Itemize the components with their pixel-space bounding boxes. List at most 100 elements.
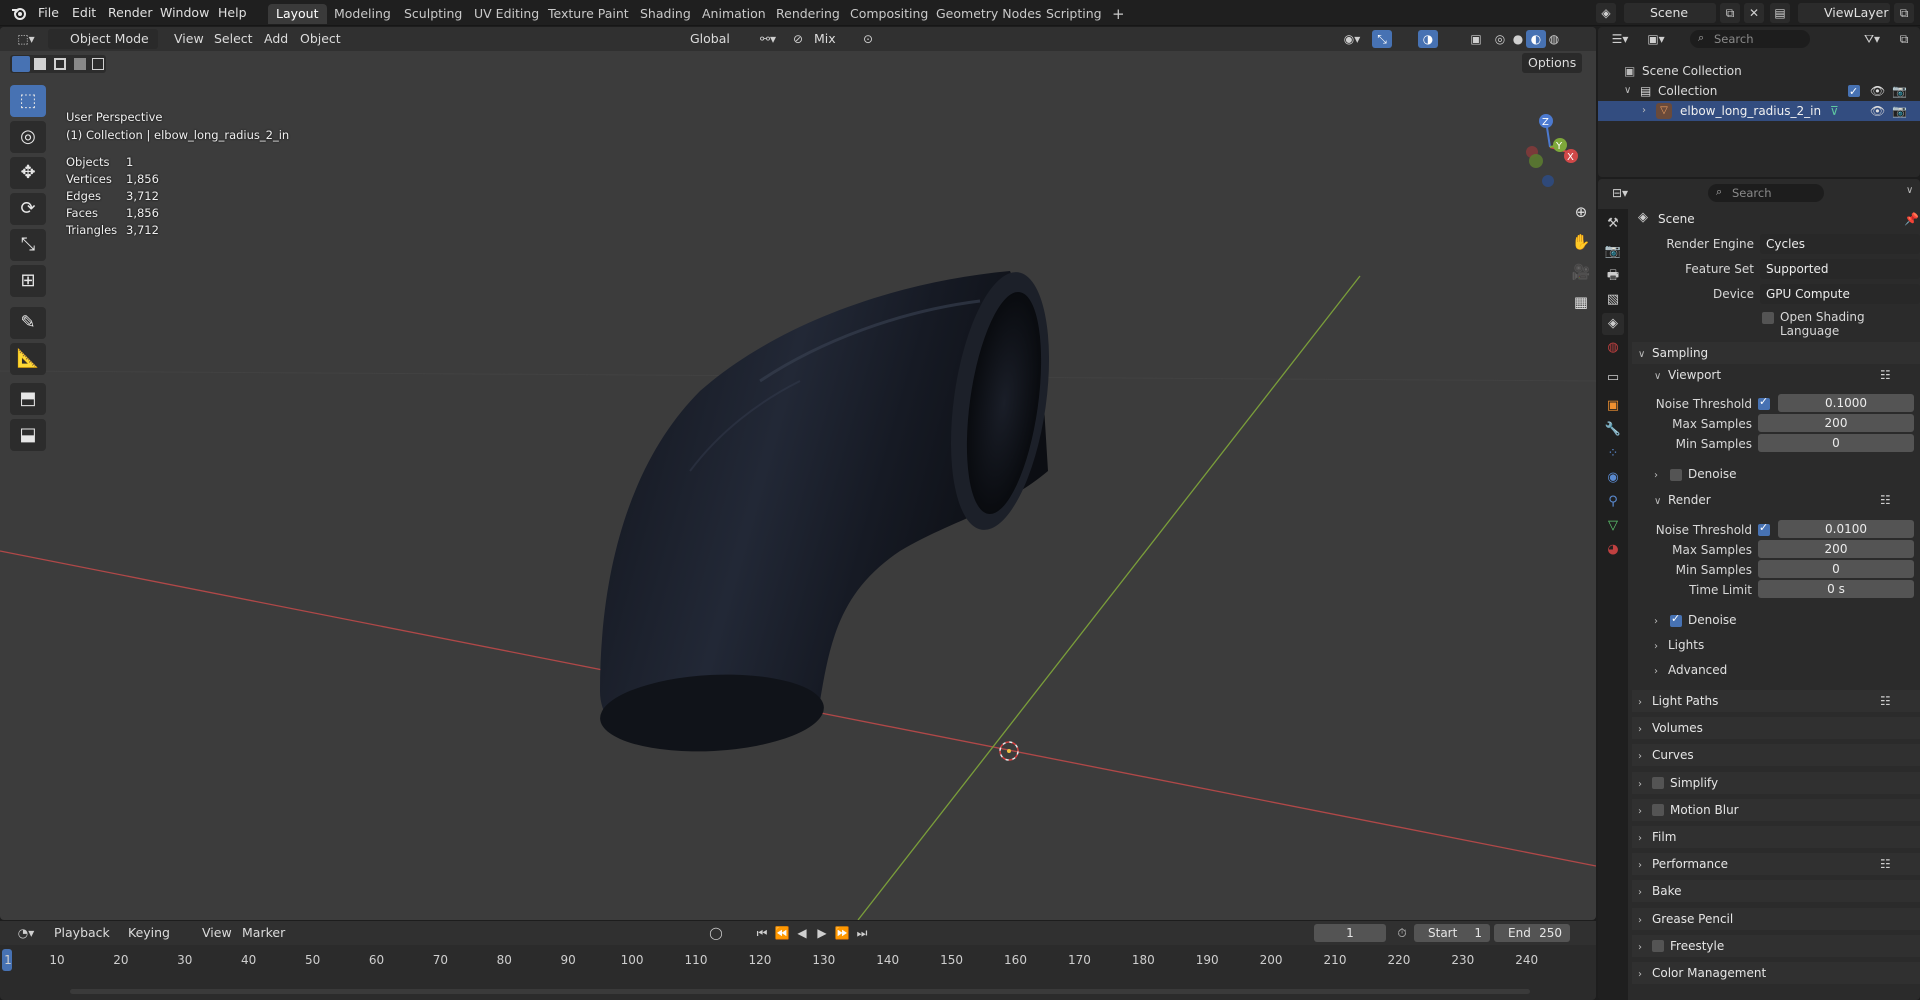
viewport-subpanel-header[interactable]: ∨ Viewport bbox=[1654, 368, 1721, 382]
new-collection-icon[interactable]: ⧉ bbox=[1894, 30, 1914, 48]
camera-view-icon[interactable]: 🎥 bbox=[1568, 259, 1594, 285]
constraints-tab-icon[interactable]: ⚲ bbox=[1602, 491, 1624, 513]
jump-end-icon[interactable]: ⏭ bbox=[852, 924, 872, 942]
select-subtract-icon[interactable] bbox=[54, 58, 66, 70]
tab-rendering[interactable]: Rendering bbox=[768, 4, 848, 24]
physics-tab-icon[interactable]: ◉ bbox=[1602, 467, 1624, 489]
timeline-tick[interactable]: 60 bbox=[369, 953, 384, 967]
panel-presets-icon[interactable]: ☷ bbox=[1880, 690, 1891, 712]
timeline-tick[interactable]: 230 bbox=[1451, 953, 1474, 967]
timeline-tick[interactable]: 20 bbox=[113, 953, 128, 967]
scale-tool-icon[interactable]: ⤡ bbox=[10, 229, 46, 261]
viewlayer-new-icon[interactable]: ⧉ bbox=[1894, 3, 1914, 23]
vp-min-samples-field[interactable]: 0 bbox=[1758, 434, 1914, 452]
add-object-tool-icon[interactable]: ⬓ bbox=[10, 419, 46, 451]
object-render-camera-icon[interactable]: 📷 bbox=[1892, 101, 1907, 121]
panel-motion-blur[interactable]: › Motion Blur bbox=[1632, 798, 1920, 821]
play-reverse-icon[interactable]: ◀ bbox=[792, 924, 812, 942]
r-noise-threshold-checkbox[interactable] bbox=[1758, 521, 1770, 536]
panel-film[interactable]: › Film bbox=[1632, 826, 1920, 848]
scene-delete-icon[interactable]: ✕ bbox=[1744, 3, 1764, 23]
pin-icon[interactable]: 📌 bbox=[1904, 212, 1919, 226]
shading-solid-icon[interactable]: ● bbox=[1508, 30, 1528, 48]
timeline-tick[interactable]: 50 bbox=[305, 953, 320, 967]
select-box-tool-icon[interactable]: ⬚ bbox=[10, 85, 46, 117]
tab-compositing[interactable]: Compositing bbox=[842, 4, 936, 24]
menu-select[interactable]: Select bbox=[208, 29, 259, 49]
panel-presets-icon[interactable]: ☷ bbox=[1880, 853, 1891, 875]
start-frame-field[interactable]: Start 1 bbox=[1414, 924, 1490, 942]
panel-simplify[interactable]: › Simplify bbox=[1632, 771, 1920, 794]
render-engine-dropdown[interactable]: Cycles bbox=[1760, 234, 1920, 254]
menu-edit[interactable]: Edit bbox=[66, 4, 102, 22]
menu-help[interactable]: Help bbox=[212, 4, 253, 22]
select-intersect-icon[interactable] bbox=[92, 58, 104, 70]
timeline-tick[interactable]: 240 bbox=[1515, 953, 1538, 967]
move-tool-icon[interactable]: ✥ bbox=[10, 157, 46, 189]
vp-noise-threshold-field[interactable]: 0.1000 bbox=[1778, 394, 1914, 412]
r-noise-threshold-field[interactable]: 0.0100 bbox=[1778, 520, 1914, 538]
material-tab-icon[interactable]: ◕ bbox=[1602, 539, 1624, 561]
rotate-tool-icon[interactable]: ⟳ bbox=[10, 193, 46, 225]
panel-light-paths[interactable]: › Light Paths ☷ bbox=[1632, 690, 1920, 712]
tab-sculpting[interactable]: Sculpting bbox=[396, 4, 470, 24]
annotate-tool-icon[interactable]: ✎ bbox=[10, 307, 46, 339]
menu-marker[interactable]: Marker bbox=[236, 923, 291, 943]
overlays-toggle-icon[interactable]: ◑ bbox=[1418, 30, 1438, 48]
properties-search-input[interactable]: ⌕ Search bbox=[1708, 184, 1824, 202]
timeline[interactable]: ◔▾ Playback Keying View Marker ◯ ⏮ ⏪ ◀ ▶… bbox=[0, 921, 1596, 1000]
device-dropdown[interactable]: GPU Compute bbox=[1760, 284, 1920, 304]
r-denoise-checkbox[interactable] bbox=[1670, 612, 1682, 627]
timeline-tick[interactable]: 140 bbox=[876, 953, 899, 967]
view-layer-tab-icon[interactable]: ▧ bbox=[1602, 289, 1624, 311]
tool-tab-icon[interactable]: ⚒ bbox=[1602, 213, 1624, 235]
viewport-presets-icon[interactable]: ☷ bbox=[1880, 368, 1891, 382]
time-limit-field[interactable]: 0 s bbox=[1758, 580, 1914, 598]
cursor-tool-icon[interactable]: ◎ bbox=[10, 121, 46, 153]
sampling-panel-header[interactable]: ∨ Sampling bbox=[1632, 342, 1920, 364]
timeline-tick[interactable]: 100 bbox=[621, 953, 644, 967]
jump-prev-keyframe-icon[interactable]: ⏪ bbox=[772, 924, 792, 942]
timeline-tick[interactable]: 180 bbox=[1132, 953, 1155, 967]
tab-animation[interactable]: Animation bbox=[694, 4, 774, 24]
mode-selector[interactable]: Object Mode bbox=[48, 29, 158, 49]
timeline-tick[interactable]: 70 bbox=[433, 953, 448, 967]
add-cube-tool-icon[interactable]: ⬒ bbox=[10, 383, 46, 415]
timeline-tick[interactable]: 170 bbox=[1068, 953, 1091, 967]
timeline-tick[interactable]: 10 bbox=[49, 953, 64, 967]
panel-enable-checkbox[interactable] bbox=[1652, 777, 1664, 790]
viewlayer-type-icon[interactable]: ▤ bbox=[1770, 3, 1790, 23]
tab-scripting[interactable]: Scripting bbox=[1038, 4, 1110, 24]
zoom-icon[interactable]: ⊕ bbox=[1568, 199, 1594, 225]
viewport-canvas[interactable]: Z X Y User Perspective (1) Collection | … bbox=[0, 51, 1596, 920]
object-tab-icon[interactable]: ▣ bbox=[1602, 395, 1624, 417]
timeline-tick[interactable]: 150 bbox=[940, 953, 963, 967]
pan-hand-icon[interactable]: ✋ bbox=[1568, 229, 1594, 255]
auto-keying-icon[interactable]: ◯ bbox=[706, 924, 726, 942]
data-tab-icon[interactable]: ▽ bbox=[1602, 515, 1624, 537]
panel-curves[interactable]: › Curves bbox=[1632, 744, 1920, 767]
render-presets-icon[interactable]: ☷ bbox=[1880, 493, 1891, 507]
scene-new-icon[interactable]: ⧉ bbox=[1720, 3, 1740, 23]
navigation-gizmo[interactable]: Z X Y bbox=[1526, 114, 1578, 187]
vp-denoise-subpanel[interactable]: › bbox=[1654, 467, 1668, 481]
proportional-edit-icon[interactable]: ⊙ bbox=[858, 30, 878, 48]
collection-tab-icon[interactable]: ▭ bbox=[1602, 367, 1624, 389]
tab-shading[interactable]: Shading bbox=[632, 4, 699, 24]
shading-wireframe-icon[interactable]: ◎ bbox=[1490, 30, 1510, 48]
blender-logo-icon[interactable] bbox=[10, 4, 28, 22]
xray-toggle-icon[interactable]: ▣ bbox=[1466, 30, 1486, 48]
menu-object[interactable]: Object bbox=[294, 29, 347, 49]
snap-toggle-icon[interactable]: ⊘ bbox=[788, 30, 808, 48]
scene-tab-icon[interactable]: ◈ bbox=[1602, 313, 1624, 335]
elbow-pipe-mesh[interactable] bbox=[598, 266, 1063, 757]
render-subpanel-header[interactable]: ∨ Render bbox=[1654, 493, 1711, 507]
timeline-tick[interactable]: 130 bbox=[812, 953, 835, 967]
outliner-row-scene-collection[interactable]: ▣ Scene Collection bbox=[1598, 61, 1920, 81]
collection-exclude-checkbox[interactable] bbox=[1848, 82, 1860, 102]
timeline-editor-icon[interactable]: ◔▾ bbox=[12, 924, 40, 942]
tab-layout[interactable]: Layout bbox=[268, 4, 327, 24]
menu-window[interactable]: Window bbox=[154, 4, 215, 22]
r-min-samples-field[interactable]: 0 bbox=[1758, 560, 1914, 578]
jump-next-keyframe-icon[interactable]: ⏩ bbox=[832, 924, 852, 942]
